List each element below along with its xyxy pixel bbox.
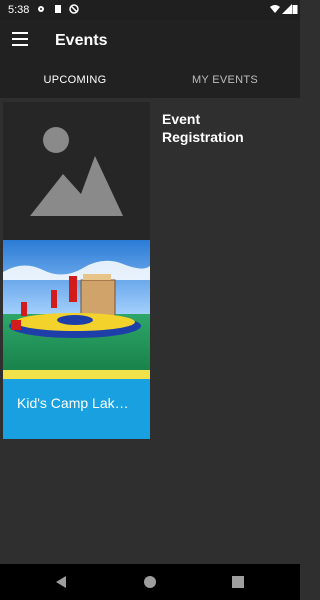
event-image[interactable] <box>3 240 150 380</box>
tab-my-events[interactable]: MY EVENTS <box>150 62 300 98</box>
events-content: Kid's Camp Lak… Event Registration <box>0 98 300 564</box>
event-photo <box>3 240 150 380</box>
gear-icon <box>38 6 44 12</box>
event-registration-title: Event Registration <box>162 111 244 145</box>
sd-card-icon <box>55 5 61 13</box>
navigation-bar <box>0 564 300 600</box>
no-disturb-icon <box>69 4 79 14</box>
wifi-icon <box>270 5 280 13</box>
menu-icon[interactable] <box>12 32 32 50</box>
recent-apps-icon[interactable] <box>232 576 244 588</box>
event-card-title: Kid's Camp Lak… <box>17 395 129 411</box>
home-icon[interactable] <box>144 576 156 588</box>
battery-icon <box>292 5 298 14</box>
page-title: Events <box>55 32 108 49</box>
tab-upcoming[interactable]: UPCOMING <box>0 62 150 98</box>
tab-bar: UPCOMING MY EVENTS <box>0 62 300 159</box>
back-icon[interactable] <box>56 576 66 588</box>
signal-icon <box>282 4 292 14</box>
event-card-label[interactable]: Kid's Camp Lak… <box>3 379 150 439</box>
app-bar: Events <box>0 20 300 62</box>
status-bar: 5:38 <box>0 0 300 20</box>
status-time: 5:38 <box>8 4 30 16</box>
